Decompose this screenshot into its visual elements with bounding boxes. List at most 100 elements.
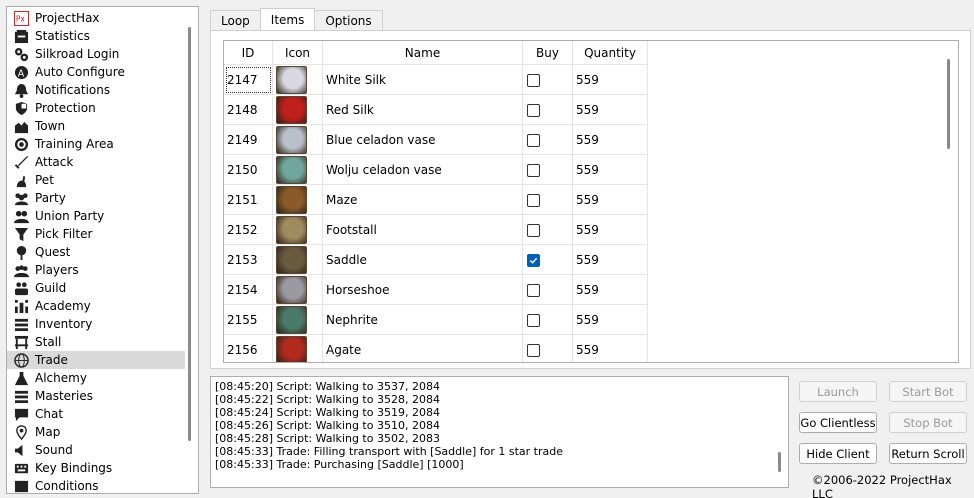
sidebar-item-label: Stall — [35, 335, 62, 349]
buy-checkbox[interactable] — [527, 103, 540, 117]
footstall-icon — [276, 216, 307, 244]
sidebar-item-inventory[interactable]: Inventory — [7, 315, 185, 333]
table-row[interactable]: 2149 Blue celadon vase 559 — [224, 125, 648, 155]
sidebar-item-label: Sound — [35, 443, 73, 457]
stop-bot-button[interactable]: Stop Bot — [889, 412, 967, 433]
start-bot-button[interactable]: Start Bot — [889, 381, 967, 402]
sidebar-item-auto-configure[interactable]: A Auto Configure — [7, 63, 185, 81]
sidebar-item-town[interactable]: Town — [7, 117, 185, 135]
table-row[interactable]: 2152 Footstall 559 — [224, 215, 648, 245]
sidebar-item-stall[interactable]: Stall — [7, 333, 185, 351]
sidebar-scrollbar[interactable] — [188, 27, 191, 441]
cell-icon — [273, 215, 323, 245]
cell-quantity[interactable]: 559 — [573, 95, 648, 125]
table-header: ID Icon Name Buy Quantity — [224, 41, 648, 65]
table-row[interactable]: 2154 Horseshoe 559 — [224, 275, 648, 305]
table-row[interactable]: 2151 Maze 559 — [224, 185, 648, 215]
sidebar-item-academy[interactable]: Academy — [7, 297, 185, 315]
sidebar-item-statistics[interactable]: Statistics — [7, 27, 185, 45]
sidebar-item-protection[interactable]: Protection — [7, 99, 185, 117]
sidebar-item-players[interactable]: Players — [7, 261, 185, 279]
cell-name: Agate — [323, 335, 523, 362]
cell-id: 2152 — [224, 215, 273, 245]
union-party-icon — [13, 208, 29, 224]
sidebar-item-notifications[interactable]: Notifications — [7, 81, 185, 99]
cell-buy — [523, 65, 573, 95]
table-row[interactable]: 2153 Saddle 559 — [224, 245, 648, 275]
log-scrollbar[interactable] — [778, 452, 781, 472]
sidebar-item-attack[interactable]: Attack — [7, 153, 185, 171]
guild-icon — [13, 280, 29, 296]
column-header-id[interactable]: ID — [224, 41, 273, 65]
table-row[interactable]: 2156 Agate 559 — [224, 335, 648, 362]
sidebar-item-pet[interactable]: Pet — [7, 171, 185, 189]
table-scrollbar[interactable] — [947, 59, 950, 149]
sidebar-item-conditions[interactable]: Conditions — [7, 477, 185, 493]
sidebar-item-chat[interactable]: Chat — [7, 405, 185, 423]
sidebar-item-masteries[interactable]: Masteries — [7, 387, 185, 405]
cell-quantity[interactable]: 559 — [573, 275, 648, 305]
cell-quantity[interactable]: 559 — [573, 215, 648, 245]
table-body: 2147 White Silk 559 2148 Red Silk 559 2149 Blue… — [224, 65, 648, 362]
cell-quantity[interactable]: 559 — [573, 125, 648, 155]
sidebar-item-pick-filter[interactable]: Pick Filter — [7, 225, 185, 243]
sidebar-item-training-area[interactable]: Training Area — [7, 135, 185, 153]
sidebar-item-quest[interactable]: Quest — [7, 243, 185, 261]
sidebar-item-key-bindings[interactable]: Key Bindings — [7, 459, 185, 477]
nephrite-icon — [276, 306, 307, 334]
sidebar-item-guild[interactable]: Guild — [7, 279, 185, 297]
buy-checkbox[interactable] — [527, 163, 540, 177]
tab-options[interactable]: Options — [314, 10, 383, 30]
cell-name: Red Silk — [323, 95, 523, 125]
cell-quantity[interactable]: 559 — [573, 155, 648, 185]
cell-quantity[interactable]: 559 — [573, 335, 648, 362]
sidebar-item-union-party[interactable]: Union Party — [7, 207, 185, 225]
sidebar-item-sound[interactable]: Sound — [7, 441, 185, 459]
buy-checkbox[interactable] — [527, 283, 540, 297]
party-icon — [13, 190, 29, 206]
table-row[interactable]: 2155 Nephrite 559 — [224, 305, 648, 335]
cell-icon — [273, 245, 323, 275]
table-row[interactable]: 2150 Wolju celadon vase 559 — [224, 155, 648, 185]
conditions-icon — [13, 478, 29, 493]
launch-button[interactable]: Launch — [799, 381, 877, 402]
column-header-buy[interactable]: Buy — [523, 41, 573, 65]
sidebar-item-party[interactable]: Party — [7, 189, 185, 207]
return-scroll-button[interactable]: Return Scroll — [889, 443, 967, 464]
cell-id: 2150 — [224, 155, 273, 185]
target-icon — [13, 136, 29, 152]
cell-quantity[interactable]: 559 — [573, 65, 648, 95]
sidebar-item-label: Academy — [35, 299, 91, 313]
cell-quantity[interactable]: 559 — [573, 305, 648, 335]
globe-icon — [13, 352, 29, 368]
buy-checkbox[interactable] — [527, 223, 540, 237]
cell-quantity[interactable]: 559 — [573, 185, 648, 215]
buy-checkbox[interactable] — [527, 133, 540, 147]
column-header-icon[interactable]: Icon — [273, 41, 323, 65]
sidebar-item-map[interactable]: Map — [7, 423, 185, 441]
cell-name: Maze — [323, 185, 523, 215]
sidebar-item-projecthax[interactable]: Px ProjectHax — [7, 9, 185, 27]
buy-checkbox[interactable] — [527, 343, 540, 357]
buy-checkbox[interactable] — [527, 253, 540, 267]
table-row[interactable]: 2148 Red Silk 559 — [224, 95, 648, 125]
cell-name: White Silk — [323, 65, 523, 95]
hide-client-button[interactable]: Hide Client — [799, 443, 877, 464]
sidebar-item-silkroad-login[interactable]: Silkroad Login — [7, 45, 185, 63]
cell-quantity[interactable]: 559 — [573, 245, 648, 275]
cell-name: Saddle — [323, 245, 523, 275]
sidebar-item-label: Chat — [35, 407, 64, 421]
sidebar-item-label: Party — [35, 191, 66, 205]
sidebar-item-label: Pet — [35, 173, 54, 187]
column-header-quantity[interactable]: Quantity — [573, 41, 648, 65]
buy-checkbox[interactable] — [527, 313, 540, 327]
sidebar-item-alchemy[interactable]: Alchemy — [7, 369, 185, 387]
go-clientless-button[interactable]: Go Clientless — [799, 412, 877, 433]
sidebar-item-trade[interactable]: Trade — [7, 351, 185, 369]
buy-checkbox[interactable] — [527, 73, 540, 87]
buy-checkbox[interactable] — [527, 193, 540, 207]
table-row[interactable]: 2147 White Silk 559 — [224, 65, 648, 95]
tab-items[interactable]: Items — [259, 8, 316, 30]
tab-loop[interactable]: Loop — [210, 10, 261, 30]
column-header-name[interactable]: Name — [323, 41, 523, 65]
